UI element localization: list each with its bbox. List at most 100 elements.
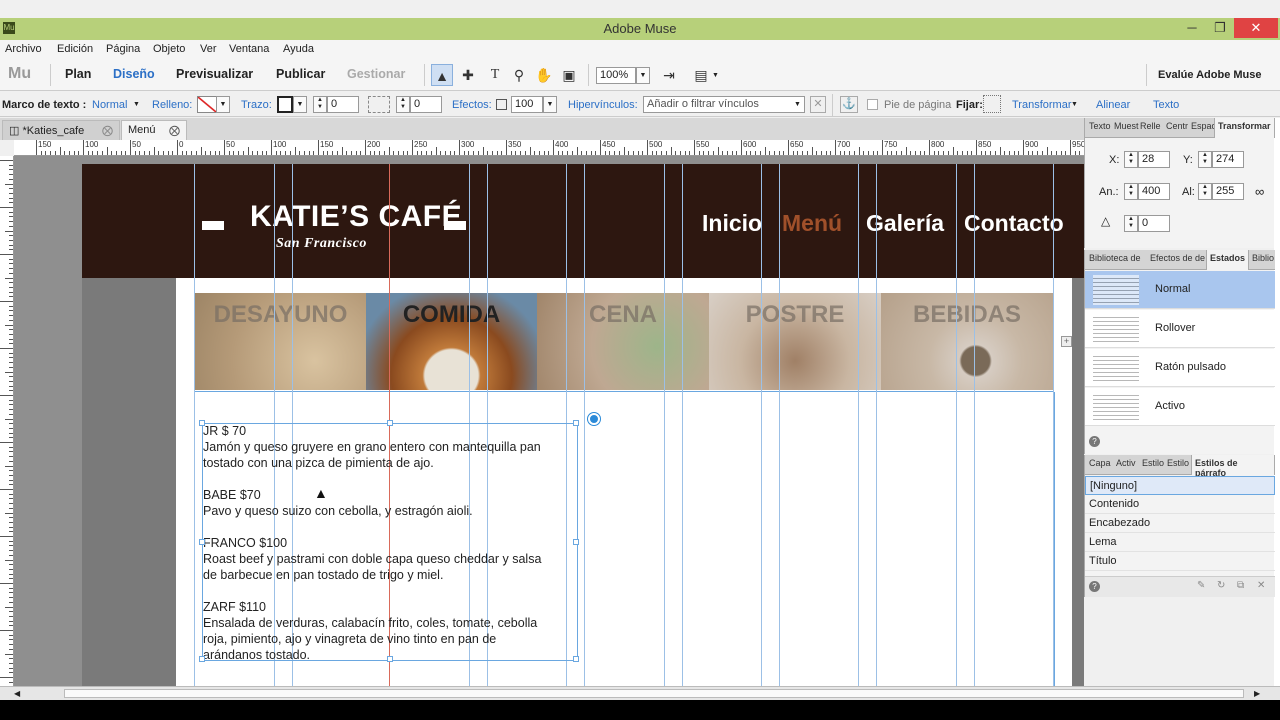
- corner-radius-icon[interactable]: [368, 96, 390, 113]
- tab-manage[interactable]: Gestionar: [347, 67, 405, 81]
- tab-transform[interactable]: Transformar: [1214, 118, 1275, 138]
- tab-swatches[interactable]: Muest: [1114, 121, 1139, 131]
- fit-page-icon[interactable]: ⇥: [658, 64, 680, 86]
- zoom-tool-icon[interactable]: ⚲: [508, 64, 530, 86]
- menu-archivo[interactable]: Archivo: [5, 43, 42, 55]
- style-title[interactable]: Título: [1085, 552, 1275, 571]
- tab-library[interactable]: Biblioteca de: [1089, 253, 1141, 263]
- tab-spacing[interactable]: Espac: [1191, 121, 1216, 131]
- text-link[interactable]: Texto: [1153, 99, 1179, 111]
- delete-style-icon[interactable]: ✕: [1257, 580, 1265, 591]
- nav-menu[interactable]: Menú: [782, 210, 842, 237]
- clear-link-icon[interactable]: ✕: [810, 96, 826, 113]
- tab-fill[interactable]: Relle: [1140, 121, 1161, 131]
- view-options-chevron-icon[interactable]: ▼: [712, 72, 719, 79]
- tab-styles[interactable]: Estilo: [1142, 458, 1164, 468]
- fill-swatch[interactable]: [197, 96, 217, 113]
- text-frame-style-dropdown[interactable]: Normal: [92, 99, 127, 111]
- hyperlinks-input[interactable]: Añadir o filtrar vínculos: [643, 96, 805, 113]
- resize-handle[interactable]: [573, 420, 579, 426]
- tab-katies-cafe[interactable]: ◫ *Katies_cafe ⨂: [2, 120, 120, 140]
- category-desayuno[interactable]: DESAYUNO: [195, 293, 366, 390]
- tab-layers[interactable]: Capa: [1089, 458, 1111, 468]
- resize-handle[interactable]: [387, 420, 393, 426]
- footer-checkbox[interactable]: [867, 99, 878, 110]
- menu-text-frame[interactable]: JR $ 70 Jamón y queso gruyere en grano e…: [199, 420, 579, 662]
- hyperlinks-label[interactable]: Hipervínculos:: [568, 99, 638, 111]
- state-rollover[interactable]: Rollover: [1085, 310, 1275, 348]
- tab-effects[interactable]: Efectos de de: [1150, 253, 1205, 263]
- x-stepper-icon[interactable]: ▲ ▼: [1124, 151, 1138, 168]
- radius-input[interactable]: 0: [410, 96, 442, 113]
- tab-publish[interactable]: Publicar: [276, 67, 325, 81]
- resize-handle[interactable]: [199, 539, 205, 545]
- scroll-left-icon[interactable]: ◀: [14, 689, 20, 698]
- rectangle-tool-icon[interactable]: ▣: [558, 64, 580, 86]
- category-postre[interactable]: POSTRE: [709, 293, 881, 390]
- state-mouse-down[interactable]: Ratón pulsado: [1085, 349, 1275, 387]
- expand-page-icon[interactable]: +: [1061, 336, 1072, 347]
- tab-assets[interactable]: Activ: [1116, 458, 1136, 468]
- close-tab-icon[interactable]: ⨂: [102, 124, 113, 137]
- tab-states[interactable]: Estados: [1206, 250, 1250, 270]
- anchor-icon[interactable]: ⚓: [840, 96, 858, 113]
- height-stepper-icon[interactable]: ▲ ▼: [1198, 183, 1212, 200]
- transform-link[interactable]: Transformar: [1012, 99, 1072, 111]
- menu-pagina[interactable]: Página: [106, 43, 140, 55]
- tab-text[interactable]: Texto: [1089, 121, 1111, 131]
- rotation-stepper-icon[interactable]: ▲ ▼: [1124, 215, 1138, 232]
- state-normal[interactable]: Normal: [1085, 271, 1275, 309]
- style-none[interactable]: [Ninguno]: [1085, 476, 1275, 495]
- selection-tool-icon[interactable]: ▲: [431, 64, 453, 86]
- width-stepper-icon[interactable]: ▲ ▼: [1124, 183, 1138, 200]
- fill-label[interactable]: Relleno:: [152, 99, 192, 111]
- close-button[interactable]: ✕: [1234, 18, 1278, 38]
- resize-handle[interactable]: [199, 656, 205, 662]
- resize-handle[interactable]: [199, 420, 205, 426]
- tab-plan[interactable]: Plan: [65, 67, 91, 81]
- style-heading[interactable]: Encabezado: [1085, 514, 1275, 533]
- menu-ver[interactable]: Ver: [200, 43, 217, 55]
- x-input[interactable]: 28: [1138, 151, 1170, 168]
- design-canvas[interactable]: KATIE’S CAFÉ San Francisco Inicio Menú G…: [14, 156, 1084, 686]
- help-icon[interactable]: ?: [1089, 581, 1100, 592]
- nav-inicio[interactable]: Inicio: [702, 210, 762, 237]
- effects-label[interactable]: Efectos:: [452, 99, 492, 111]
- state-active[interactable]: Activo: [1085, 388, 1275, 426]
- transform-chevron-icon[interactable]: ▼: [1071, 101, 1078, 108]
- horizontal-scrollbar[interactable]: ◀ ▶: [0, 686, 1280, 700]
- tab-library-2[interactable]: Biblio: [1252, 253, 1274, 263]
- vertical-ruler[interactable]: [0, 156, 14, 686]
- category-bebidas[interactable]: BEBIDAS: [881, 293, 1053, 390]
- site-brand[interactable]: KATIE’S CAFÉ: [250, 200, 462, 234]
- style-tagline[interactable]: Lema: [1085, 533, 1275, 552]
- resize-handle[interactable]: [387, 656, 393, 662]
- pin-position-icon[interactable]: [983, 95, 1001, 113]
- constrain-proportions-icon[interactable]: ∞: [1255, 184, 1264, 199]
- hand-tool-icon[interactable]: ✋: [533, 64, 555, 86]
- menu-edicion[interactable]: Edición: [57, 43, 93, 55]
- stroke-width-input[interactable]: 0: [327, 96, 359, 113]
- align-link[interactable]: Alinear: [1096, 99, 1130, 111]
- zoom-input[interactable]: 100%: [596, 67, 636, 84]
- chevron-down-icon[interactable]: ▼: [133, 101, 140, 108]
- tab-preview[interactable]: Previsualizar: [176, 67, 253, 81]
- stroke-swatch[interactable]: [277, 96, 293, 113]
- menu-ventana[interactable]: Ventana: [229, 43, 269, 55]
- rotation-input[interactable]: 0: [1138, 215, 1170, 232]
- style-content[interactable]: Contenido: [1085, 495, 1275, 514]
- category-cena[interactable]: CENA: [537, 293, 709, 390]
- height-input[interactable]: 255: [1212, 183, 1244, 200]
- tab-design[interactable]: Diseño: [113, 67, 155, 81]
- text-tool-icon[interactable]: T: [484, 64, 506, 86]
- opacity-input[interactable]: 100: [511, 96, 543, 113]
- stroke-dropdown-icon[interactable]: ▼: [293, 96, 307, 113]
- evaluate-link[interactable]: Evalúe Adobe Muse: [1158, 69, 1262, 81]
- zoom-dropdown-icon[interactable]: ▼: [636, 67, 650, 84]
- category-comida[interactable]: COMIDA: [366, 293, 537, 390]
- scroll-thumb[interactable]: [64, 689, 1244, 698]
- refresh-style-icon[interactable]: ↻: [1217, 580, 1225, 591]
- minimize-button[interactable]: ─: [1178, 18, 1206, 38]
- help-icon[interactable]: ?: [1089, 436, 1100, 447]
- y-stepper-icon[interactable]: ▲ ▼: [1198, 151, 1212, 168]
